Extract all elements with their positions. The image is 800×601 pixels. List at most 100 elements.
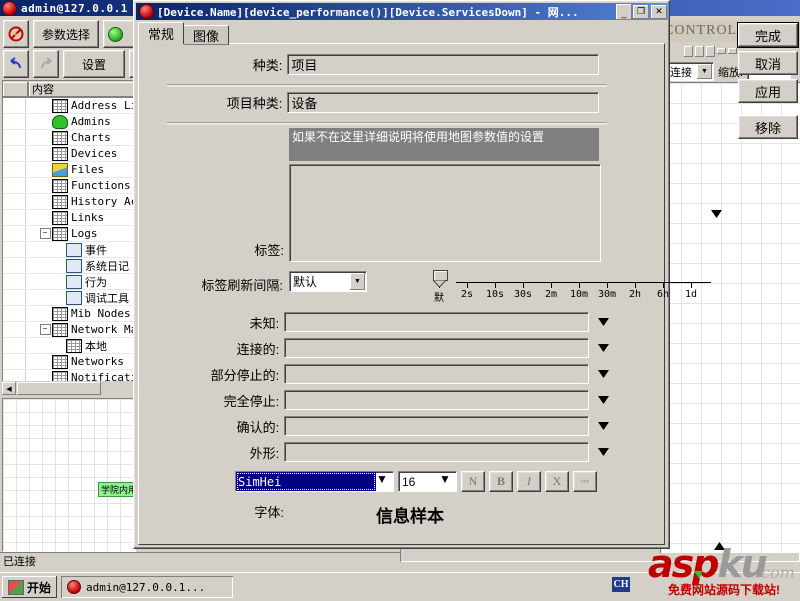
dialog-icon <box>139 4 154 19</box>
tab-general[interactable]: 常规 <box>138 22 185 44</box>
font-more-button[interactable]: ▫▫▫ <box>573 471 597 492</box>
tree-item-label: Mib Nodes <box>71 307 131 320</box>
disconnect-button[interactable] <box>3 20 29 48</box>
ime-indicator[interactable]: CH <box>612 577 630 592</box>
font-strike-button[interactable]: X <box>545 471 569 492</box>
tree-row[interactable]: 事件 <box>3 242 135 258</box>
scroll-left-arrow-icon[interactable]: ◀ <box>2 382 16 395</box>
font-italic-button[interactable]: I <box>517 471 541 492</box>
partial-stop-dropdown-arrow[interactable] <box>598 370 609 379</box>
font-bold-button[interactable]: B <box>489 471 513 492</box>
slider-tick <box>551 282 552 288</box>
tab-image[interactable]: 图像 <box>183 25 230 45</box>
tree-row-gutter <box>3 306 26 321</box>
font-family-combo[interactable]: SimHei ▼ <box>235 471 394 492</box>
tree-row[interactable]: 本地 <box>3 338 135 354</box>
tree-row[interactable]: Networks <box>3 354 135 370</box>
tree-header-content[interactable]: 内容 <box>29 81 135 97</box>
full-stop-dropdown-arrow[interactable] <box>598 396 609 405</box>
acknowledged-label: 确认的: <box>236 419 280 435</box>
tree-collapse-icon[interactable]: − <box>38 324 52 335</box>
tag-dropdown-arrow[interactable] <box>711 209 722 218</box>
tree-row[interactable]: Functions <box>3 178 135 194</box>
connected-dropdown-arrow[interactable] <box>598 344 609 353</box>
chevron-down-icon[interactable]: ▼ <box>697 64 712 79</box>
scroll-up-arrow-icon[interactable] <box>714 539 726 550</box>
remove-button[interactable]: 移除 <box>738 115 798 139</box>
minimize-button[interactable]: _ <box>616 3 632 20</box>
chevron-down-icon[interactable]: ▼ <box>376 472 393 491</box>
parameter-select-button[interactable]: 参数选择 <box>33 20 100 48</box>
tree-row[interactable]: − Network Map <box>3 322 135 338</box>
acknowledged-value-field[interactable] <box>284 416 589 436</box>
panel-tool-1-icon[interactable] <box>684 45 693 57</box>
tree-item-label: Networks <box>71 355 124 368</box>
chevron-down-icon[interactable]: ▼ <box>350 273 365 290</box>
undo-button[interactable] <box>3 50 29 78</box>
tree-row[interactable]: Files <box>3 162 135 178</box>
slider-tick <box>579 282 580 288</box>
tree-horizontal-scrollbar[interactable]: ◀ <box>2 381 134 396</box>
chevron-down-icon[interactable]: ▼ <box>439 472 456 491</box>
tree-row[interactable]: 调试工具 <box>3 290 135 306</box>
tree-row[interactable]: Address Lis <box>3 98 135 114</box>
tag-textarea[interactable] <box>289 164 601 262</box>
redo-button[interactable] <box>33 50 59 78</box>
tree-row[interactable]: Devices <box>3 146 135 162</box>
tree-item-label: 系统日记 <box>85 259 129 273</box>
font-strike-label: X <box>552 474 562 488</box>
slider-tick-label: 10m <box>569 289 589 300</box>
tree-row[interactable]: − Logs <box>3 226 135 242</box>
tree-row[interactable]: Charts <box>3 130 135 146</box>
unknown-value-field[interactable] <box>284 312 589 332</box>
partial-stop-value-field[interactable] <box>284 364 589 384</box>
tree-collapse-icon[interactable]: − <box>38 228 52 239</box>
panel-tool-4-icon[interactable] <box>717 48 726 54</box>
item-kind-value-field[interactable]: 设备 <box>287 92 599 113</box>
settings-button[interactable]: 设置 <box>63 50 126 78</box>
connected-value-field[interactable] <box>284 338 589 358</box>
ok-button[interactable]: 完成 <box>738 23 798 47</box>
font-normal-button[interactable]: N <box>461 471 485 492</box>
connection-combo[interactable]: 连接 ▼ <box>666 62 714 81</box>
taskbar-item-admin[interactable]: admin@127.0.0.1... <box>61 576 234 598</box>
network-map-canvas[interactable]: 学院内用主 <box>2 398 136 552</box>
font-more-label: ▫▫▫ <box>580 477 590 486</box>
refresh-interval-combo[interactable]: 默认 ▼ <box>289 271 367 292</box>
grid-icon <box>52 146 68 161</box>
tree-row-gutter <box>3 258 26 273</box>
tree-row[interactable]: History Act <box>3 194 135 210</box>
font-size-combo[interactable]: 16 ▼ <box>398 471 457 492</box>
dialog-titlebar[interactable]: [Device.Name][device_performance()][Devi… <box>136 3 669 20</box>
cancel-button[interactable]: 取消 <box>738 51 798 75</box>
maximize-button[interactable]: ❐ <box>633 4 649 19</box>
tree-row-gutter <box>3 178 26 193</box>
apply-button[interactable]: 应用 <box>738 79 798 103</box>
tree-row[interactable]: 行为 <box>3 274 135 290</box>
close-button[interactable]: ✕ <box>651 4 667 19</box>
unknown-dropdown-arrow[interactable] <box>598 318 609 327</box>
tree-row[interactable]: Links <box>3 210 135 226</box>
object-tree-panel[interactable]: 内容 Address Lis Admins Charts Devices Files Fu… <box>2 80 136 392</box>
acknowledged-dropdown-arrow[interactable] <box>598 422 609 431</box>
tree-row-gutter <box>3 338 26 353</box>
slider-tick <box>523 282 524 288</box>
tree-row[interactable]: 系统日记 <box>3 258 135 274</box>
scrollbar-thumb[interactable] <box>17 382 101 395</box>
panel-map-canvas[interactable] <box>660 82 800 553</box>
tree-item-label: Functions <box>71 179 131 192</box>
tree-item-label: Charts <box>71 131 111 144</box>
kind-value-field[interactable]: 项目 <box>287 54 599 75</box>
shape-dropdown-arrow[interactable] <box>598 448 609 457</box>
shape-value-field[interactable] <box>284 442 589 462</box>
full-stop-value-field[interactable] <box>284 390 589 410</box>
refresh-slider-thumb[interactable] <box>433 270 448 287</box>
tree-row[interactable]: Mib Nodes <box>3 306 135 322</box>
panel-tool-3-icon[interactable] <box>706 45 715 57</box>
panel-tool-2-icon[interactable] <box>695 45 704 57</box>
tab-general-label: 常规 <box>148 27 175 42</box>
start-button[interactable]: 开始 <box>2 576 58 598</box>
tree-row[interactable]: Admins <box>3 114 135 130</box>
map-node-label[interactable]: 学院内用主 <box>98 482 135 497</box>
panel-tool-5-icon[interactable] <box>728 48 737 54</box>
